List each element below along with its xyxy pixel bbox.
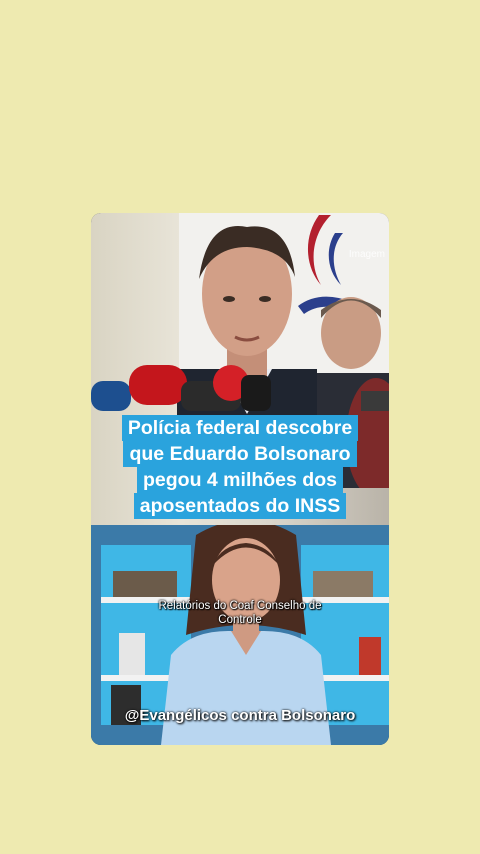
caption-line: Relatórios do Coaf Conselho de [158, 600, 322, 612]
headline-line: pegou 4 milhões dos [137, 467, 343, 493]
headline-line: Polícia federal descobre [121, 415, 359, 441]
caption-line: Controle [218, 614, 262, 626]
channel-handle[interactable]: @Evangélicos contra Bolsonaro [91, 707, 389, 724]
headline-line: que Eduardo Bolsonaro [123, 441, 357, 467]
microphone-icon [91, 365, 389, 411]
headline-overlay: Polícia federal descobre que Eduardo Bol… [91, 409, 389, 525]
news-photo: Imagem Polícia federal descobre que Edua… [91, 213, 389, 525]
watermark-text: Imagem [348, 249, 385, 260]
caption-subtitle: Relatórios do Coaf Conselho de Controle [111, 599, 369, 627]
headline-line: aposentados do INSS [133, 493, 347, 519]
video-post-card[interactable]: Imagem Polícia federal descobre que Edua… [91, 213, 389, 745]
